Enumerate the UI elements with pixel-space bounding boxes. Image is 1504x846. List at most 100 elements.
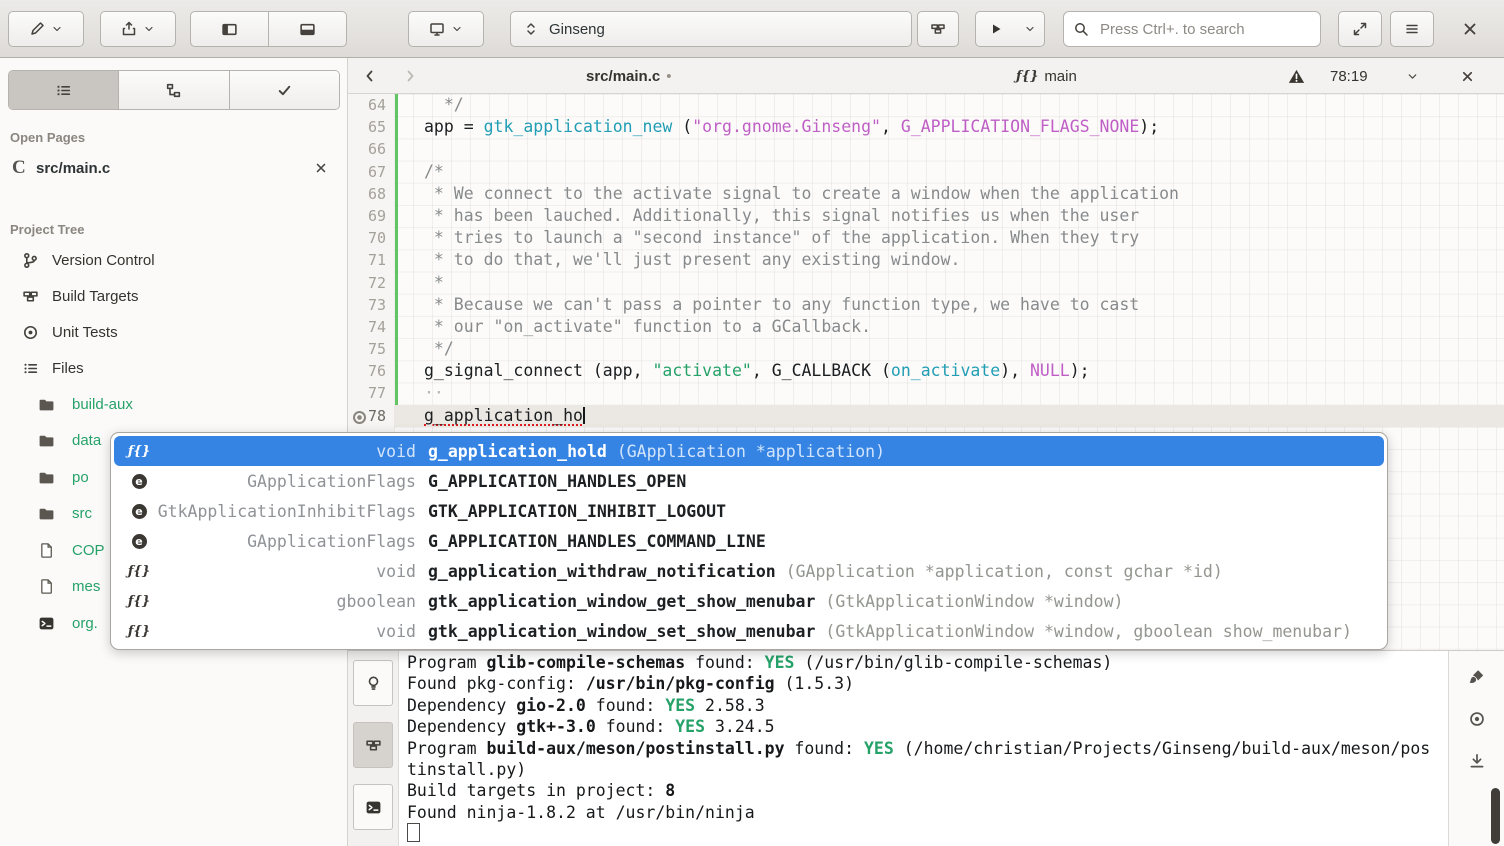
tab-todo[interactable] (229, 71, 339, 109)
line-number[interactable]: 75 (348, 338, 394, 360)
chevron-down-icon (451, 23, 463, 35)
code-line-71[interactable]: 71 * to do that, we'll just present any … (348, 249, 1504, 271)
build-output-tab-button[interactable] (353, 722, 393, 768)
line-number[interactable]: 66 (348, 138, 394, 160)
current-symbol-button[interactable]: ƒ{} main (1016, 58, 1077, 94)
editor-options-dropdown[interactable] (1406, 58, 1419, 94)
line-number[interactable]: 74 (348, 316, 394, 338)
build-target-button[interactable] (917, 11, 959, 47)
bricks-icon (365, 737, 382, 754)
file-item-build-aux[interactable]: build-aux (0, 386, 348, 423)
global-search-input[interactable] (1063, 11, 1321, 47)
line-number[interactable]: 72 (348, 272, 394, 294)
navigate-forward-button[interactable] (402, 58, 418, 94)
code-line-64[interactable]: 64 */ (348, 94, 1504, 116)
terminal-icon (38, 615, 72, 632)
code-line-73[interactable]: 73 * Because we can't pass a pointer to … (348, 294, 1504, 316)
search-icon (1073, 21, 1089, 37)
project-configuration-selector[interactable]: Ginseng (510, 11, 912, 47)
code-line-74[interactable]: 74 * our "on_activate" function to a GCa… (348, 316, 1504, 338)
file-item-label: src (72, 505, 92, 522)
file-item-label: po (72, 469, 89, 486)
code-line-75[interactable]: 75 */ (348, 338, 1504, 360)
tree-item-version-control[interactable]: Version Control (0, 242, 348, 278)
code-text: * has been lauched. Additionally, this s… (394, 205, 1504, 227)
open-page-src-main-c[interactable]: C src/main.c (0, 150, 348, 186)
completion-item-g-application-handles-command-line[interactable]: eGApplicationFlagsG_APPLICATION_HANDLES_… (114, 526, 1384, 556)
log-scrollbar-thumb[interactable] (1491, 788, 1500, 844)
line-number[interactable]: 71 (348, 249, 394, 271)
code-text: * our "on_activate" function to a GCallb… (394, 316, 1504, 338)
device-selector-button[interactable] (408, 11, 484, 47)
line-number[interactable]: 77 (348, 382, 394, 404)
close-editor-button[interactable] (1460, 58, 1475, 94)
line-number[interactable]: 76 (348, 360, 394, 382)
line-number[interactable]: 67 (348, 161, 394, 183)
code-line-72[interactable]: 72 * (348, 272, 1504, 294)
completion-params: (GApplication *application) (617, 442, 885, 461)
gnome-builder-window: Ginseng (0, 0, 1504, 846)
line-number[interactable]: 65 (348, 116, 394, 138)
panel-toggle-group (190, 11, 347, 47)
file-icon (38, 542, 72, 559)
code-text: /* (394, 161, 1504, 183)
unit-tests-icon (22, 324, 52, 341)
build-log-line: Program glib-compile-schemas found: YES … (407, 652, 1448, 673)
navigate-back-button[interactable] (362, 58, 378, 94)
build-log: Program glib-compile-schemas found: YES … (399, 651, 1448, 846)
code-line-69[interactable]: 69 * has been lauched. Additionally, thi… (348, 205, 1504, 227)
tree-item-unit-tests[interactable]: Unit Tests (0, 314, 348, 350)
tab-pages[interactable] (9, 71, 118, 109)
line-number[interactable]: 70 (348, 227, 394, 249)
fullscreen-button[interactable] (1338, 11, 1382, 47)
code-line-66[interactable]: 66 (348, 138, 1504, 160)
code-line-70[interactable]: 70 * tries to launch a "second instance"… (348, 227, 1504, 249)
folder-icon (38, 396, 72, 413)
clear-log-brush-icon[interactable] (1461, 661, 1493, 693)
completion-popup: ƒ{}voidg_application_hold(GApplication *… (110, 432, 1388, 650)
record-log-icon[interactable] (1461, 703, 1493, 735)
global-search (1063, 11, 1321, 47)
function-icon: ƒ{} (124, 564, 154, 579)
terminal-tab-button[interactable] (353, 784, 393, 830)
enum-icon: e (124, 474, 154, 489)
completion-item-g-application-handles-open[interactable]: eGApplicationFlagsG_APPLICATION_HANDLES_… (114, 466, 1384, 496)
tree-item-files[interactable]: Files (0, 350, 348, 386)
completion-item-g-application-withdraw-notification[interactable]: ƒ{}voidg_application_withdraw_notificati… (114, 556, 1384, 586)
tree-item-build-targets[interactable]: Build Targets (0, 278, 348, 314)
app-menu-button[interactable] (1390, 11, 1434, 47)
line-number[interactable]: 68 (348, 183, 394, 205)
line-number[interactable]: 73 (348, 294, 394, 316)
play-icon (988, 21, 1004, 37)
toggle-bottom-panel-button[interactable] (268, 12, 346, 46)
code-line-78[interactable]: 78g_application_ho (348, 405, 1504, 427)
version-control-icon (22, 252, 52, 269)
save-log-download-icon[interactable] (1461, 745, 1493, 777)
completion-item-g-application-hold[interactable]: ƒ{}voidg_application_hold(GApplication *… (114, 436, 1384, 466)
diagnostics-warning-icon[interactable] (1288, 58, 1305, 94)
tab-tree[interactable] (118, 71, 228, 109)
files-icon (22, 360, 52, 377)
run-button[interactable] (975, 11, 1017, 47)
completion-item-gtk-application-window-set-show-menubar[interactable]: ƒ{}voidgtk_application_window_set_show_m… (114, 616, 1384, 646)
line-number[interactable]: 69 (348, 205, 394, 227)
hamburger-menu-icon (1404, 21, 1420, 37)
export-bundle-button[interactable] (100, 11, 176, 47)
completion-item-gtk-application-window-get-show-menubar[interactable]: ƒ{}gbooleangtk_application_window_get_sh… (114, 586, 1384, 616)
toggle-left-panel-button[interactable] (191, 12, 268, 46)
run-options-dropdown[interactable] (1016, 11, 1045, 47)
code-line-68[interactable]: 68 * We connect to the activate signal t… (348, 183, 1504, 205)
line-number[interactable]: 64 (348, 94, 394, 116)
messages-tab-button[interactable] (353, 660, 393, 706)
code-line-67[interactable]: 67/* (348, 161, 1504, 183)
completion-item-gtk-application-inhibit-logout[interactable]: eGtkApplicationInhibitFlagsGTK_APPLICATI… (114, 496, 1384, 526)
close-page-icon[interactable] (314, 161, 328, 175)
code-line-77[interactable]: 77·· (348, 382, 1504, 404)
code-line-65[interactable]: 65app = gtk_application_new ("org.gnome.… (348, 116, 1504, 138)
completion-params: (GApplication *application, const gchar … (786, 562, 1223, 581)
code-line-76[interactable]: 76g_signal_connect (app, "activate", G_C… (348, 360, 1504, 382)
edit-mode-button[interactable] (8, 11, 84, 47)
terminal-cursor (407, 823, 420, 842)
build-output-panel: Program glib-compile-schemas found: YES … (348, 650, 1504, 846)
window-close-button[interactable] (1444, 11, 1496, 47)
